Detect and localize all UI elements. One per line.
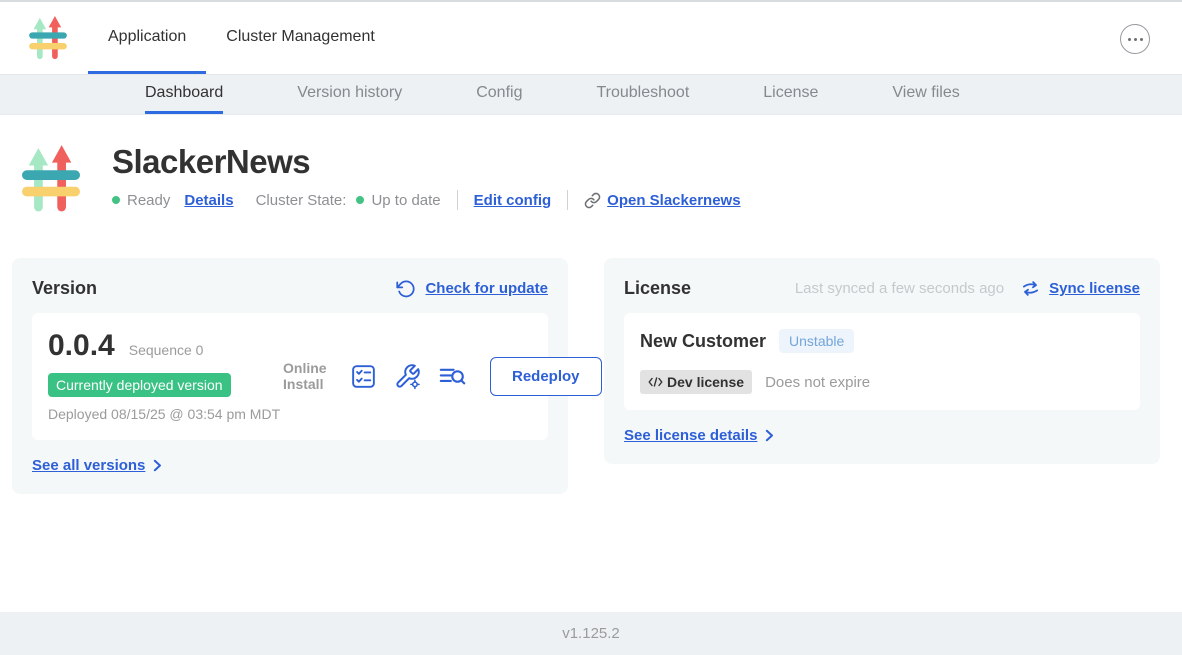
app-logo-icon xyxy=(28,16,68,60)
ready-status-dot xyxy=(112,196,120,204)
version-number: 0.0.4 xyxy=(48,329,115,363)
top-nav-tabs: Application Cluster Management xyxy=(88,2,395,74)
edit-config-link[interactable]: Edit config xyxy=(474,192,552,209)
license-card: License Last synced a few seconds ago Sy… xyxy=(604,258,1160,464)
check-for-update[interactable]: Check for update xyxy=(396,279,548,299)
ready-status-label: Ready xyxy=(127,192,170,209)
sync-arrows-icon xyxy=(1021,280,1040,297)
check-for-update-link[interactable]: Check for update xyxy=(425,280,548,297)
tab-view-files[interactable]: View files xyxy=(892,75,959,114)
console-footer: v1.125.2 xyxy=(0,612,1182,655)
app-status-row: Ready Details Cluster State: Up to date … xyxy=(112,190,741,210)
license-card-title: License xyxy=(624,278,691,299)
customer-name: New Customer xyxy=(640,331,766,352)
code-icon xyxy=(648,376,663,388)
config-wrench-gear-icon[interactable] xyxy=(394,363,421,390)
tab-license[interactable]: License xyxy=(763,75,818,114)
tab-cluster-management[interactable]: Cluster Management xyxy=(206,2,395,74)
tab-version-history[interactable]: Version history xyxy=(297,75,402,114)
cluster-state-label: Cluster State: xyxy=(256,192,347,209)
dev-license-tag: Dev license xyxy=(640,370,752,394)
page-title: SlackerNews xyxy=(112,143,741,181)
install-type-label: Online Install xyxy=(283,360,333,392)
divider xyxy=(567,190,568,210)
tab-troubleshoot[interactable]: Troubleshoot xyxy=(596,75,689,114)
console-version: v1.125.2 xyxy=(562,625,620,642)
preflight-checks-icon[interactable] xyxy=(350,363,377,390)
chevron-right-icon xyxy=(153,459,162,472)
dashboard-cards: Version Check for update xyxy=(12,258,1182,494)
redeploy-button[interactable]: Redeploy xyxy=(490,357,602,396)
link-icon xyxy=(584,192,601,209)
current-version-box: 0.0.4 Sequence 0 Currently deployed vers… xyxy=(32,313,548,440)
see-license-details-link[interactable]: See license details xyxy=(624,427,757,444)
dev-license-label: Dev license xyxy=(667,374,744,390)
top-nav: Application Cluster Management xyxy=(0,0,1182,75)
app-sub-nav: Dashboard Version history Config Trouble… xyxy=(0,75,1182,115)
version-card: Version Check for update xyxy=(12,258,568,494)
app-logo-large-icon xyxy=(22,143,80,215)
open-app-link[interactable]: Open Slackernews xyxy=(607,192,740,209)
deploy-logs-icon[interactable] xyxy=(438,363,467,390)
ellipsis-icon xyxy=(1128,38,1131,41)
version-card-title: Version xyxy=(32,278,97,299)
details-link[interactable]: Details xyxy=(184,192,233,209)
deployed-timestamp: Deployed 08/15/25 @ 03:54 pm MDT xyxy=(48,406,283,424)
cluster-state-dot xyxy=(356,196,364,204)
refresh-icon xyxy=(396,279,416,299)
deployed-status-badge: Currently deployed version xyxy=(48,373,231,397)
admin-console-page: Application Cluster Management Dashboard… xyxy=(0,0,1182,655)
last-synced-text: Last synced a few seconds ago xyxy=(795,280,1004,297)
expiry-text: Does not expire xyxy=(765,374,870,391)
tab-config[interactable]: Config xyxy=(476,75,522,114)
channel-badge: Unstable xyxy=(779,329,854,353)
sync-license-link[interactable]: Sync license xyxy=(1049,280,1140,297)
app-header: SlackerNews Ready Details Cluster State:… xyxy=(22,143,1182,215)
cluster-state-value: Up to date xyxy=(371,192,440,209)
divider xyxy=(457,190,458,210)
main-content: SlackerNews Ready Details Cluster State:… xyxy=(0,115,1182,612)
license-summary-box: New Customer Unstable xyxy=(624,313,1140,410)
see-all-versions-link[interactable]: See all versions xyxy=(32,457,145,474)
sequence-label: Sequence 0 xyxy=(129,342,204,358)
tab-dashboard[interactable]: Dashboard xyxy=(145,75,223,114)
tab-application[interactable]: Application xyxy=(88,2,206,74)
chevron-right-icon xyxy=(765,429,774,442)
more-menu-button[interactable] xyxy=(1120,24,1150,54)
